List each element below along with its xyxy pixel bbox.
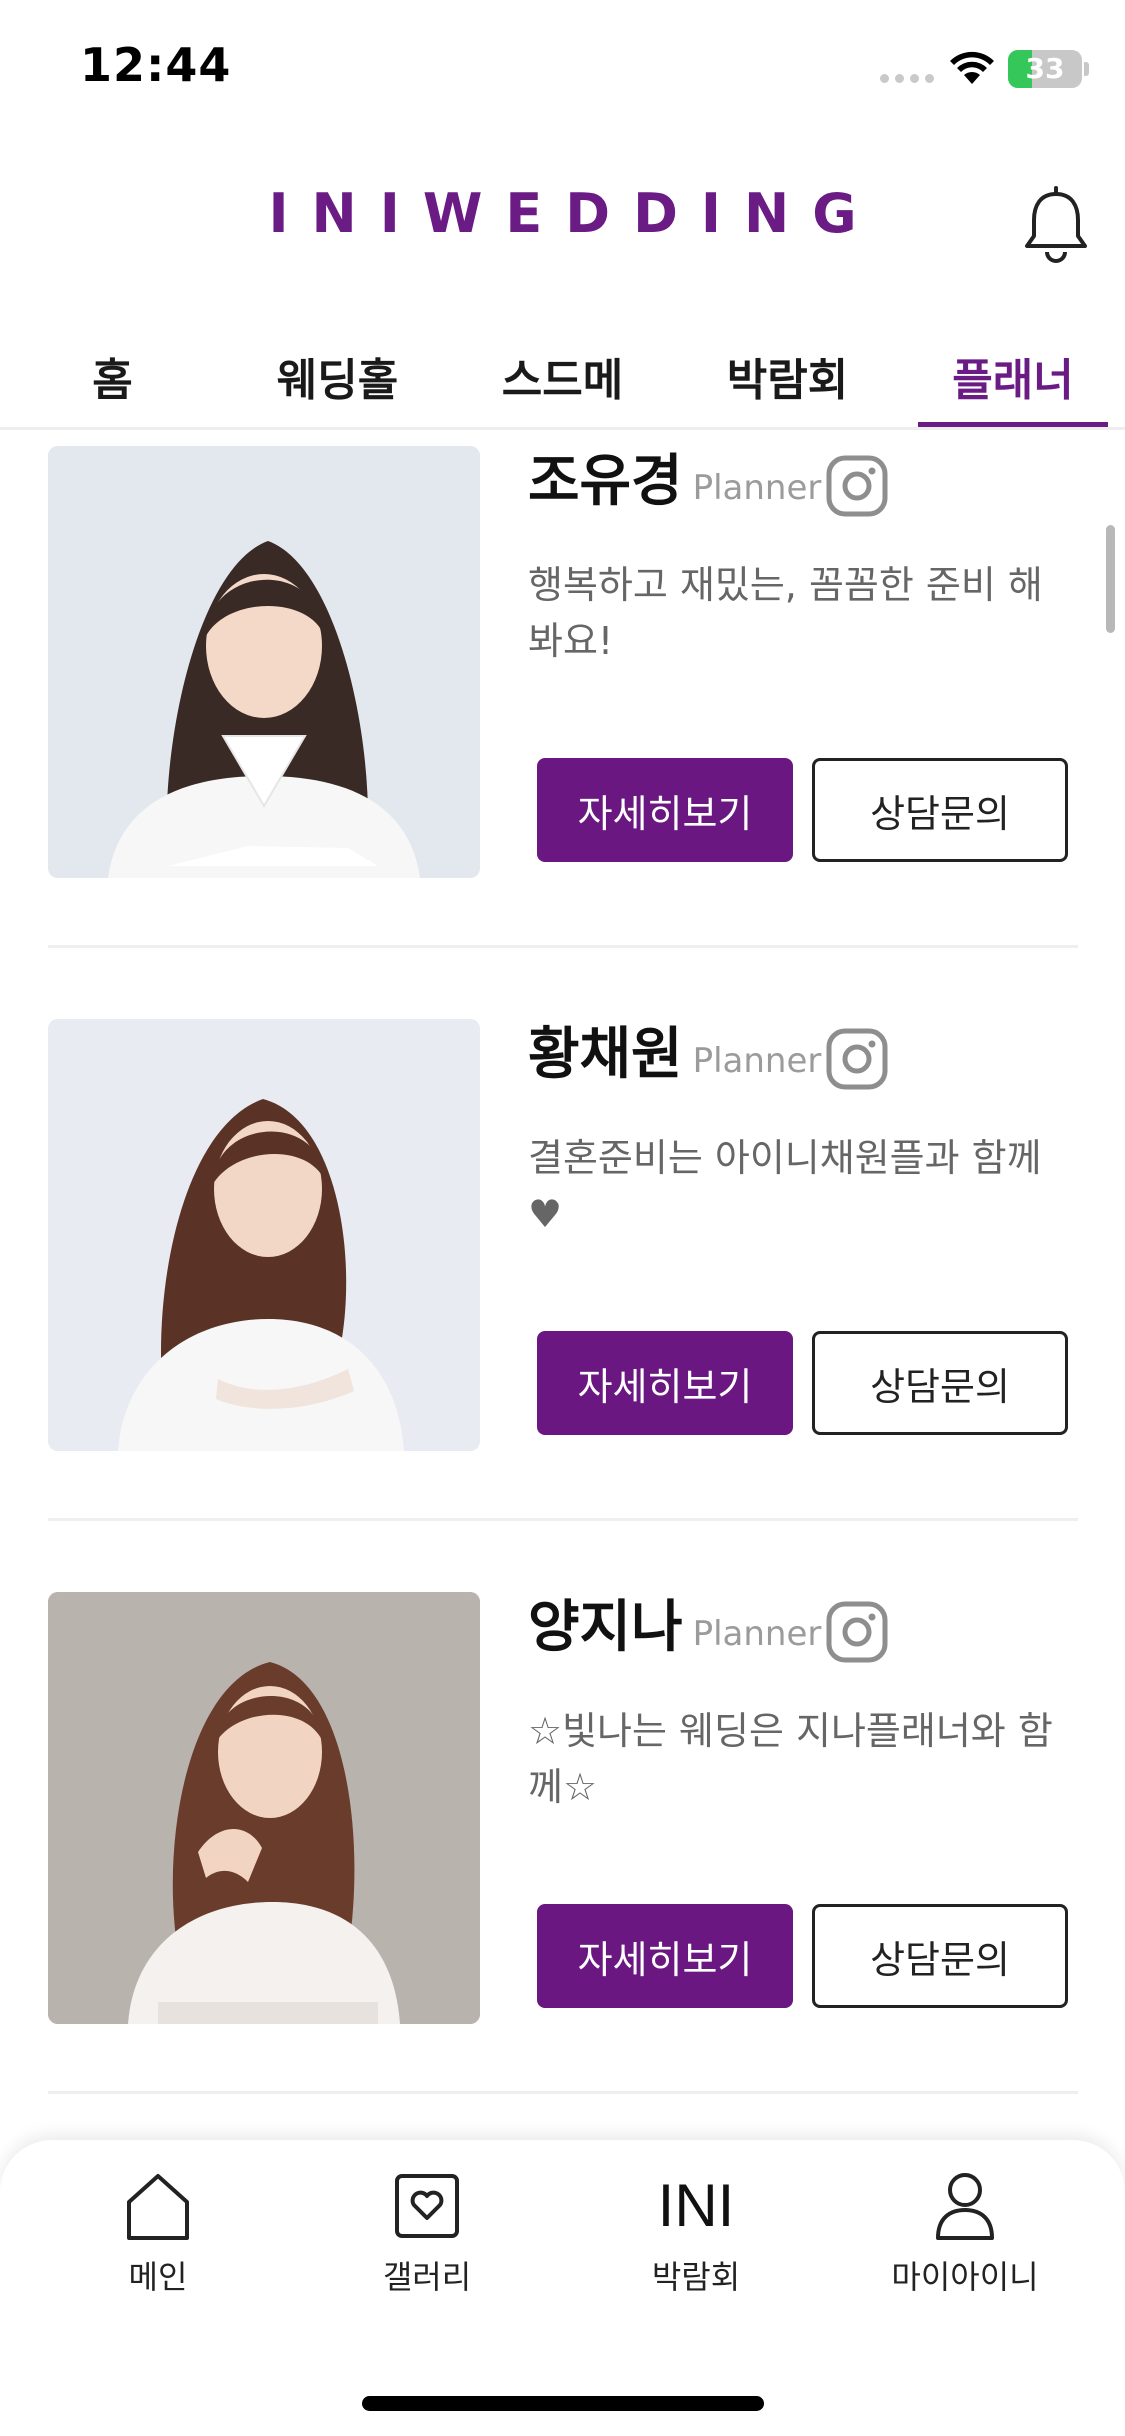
top-tab-bar: 홈 웨딩홀 스드메 박람회 플래너 bbox=[0, 330, 1125, 430]
planner-photo[interactable] bbox=[48, 446, 480, 878]
nav-label: 마이아이니 bbox=[891, 2258, 1039, 2296]
detail-button[interactable]: 자세히보기 bbox=[537, 758, 793, 862]
planner-name-row: 조유경 Planner bbox=[528, 446, 821, 518]
planner-name: 조유경 bbox=[528, 449, 683, 514]
instagram-icon[interactable] bbox=[826, 455, 888, 517]
tab-planner[interactable]: 플래너 bbox=[918, 344, 1108, 416]
brand-logo[interactable]: INIWEDDING bbox=[0, 182, 1125, 245]
bottom-nav: 메인 갤러리 INI 박람회 마이아이니 bbox=[0, 2140, 1125, 2436]
planner-name: 양지나 bbox=[528, 1595, 683, 1660]
nav-fair[interactable]: INI 박람회 bbox=[596, 2168, 796, 2318]
planner-description: 결혼준비는 아이니채원플과 함께♥ bbox=[528, 1136, 1042, 1236]
cellular-signal-icon bbox=[880, 74, 934, 83]
planner-card: 양지나 Planner ☆빛나는 웨딩은 지나플래너와 함께☆ 자세히보기 상담… bbox=[0, 1579, 1125, 2143]
nav-main[interactable]: 메인 bbox=[58, 2168, 258, 2318]
nav-label: 메인 bbox=[128, 2258, 188, 2296]
consult-button[interactable]: 상담문의 bbox=[812, 1331, 1068, 1435]
instagram-icon[interactable] bbox=[826, 1601, 888, 1663]
scrollbar-thumb[interactable] bbox=[1106, 525, 1115, 633]
planner-card: 황채원 Planner 결혼준비는 아이니채원플과 함께♥ 자세히보기 상담문의 bbox=[0, 1006, 1125, 1579]
battery-cap bbox=[1084, 62, 1089, 76]
planner-description: ☆빛나는 웨딩은 지나플래너와 함께☆ bbox=[528, 1709, 1053, 1809]
gallery-heart-icon bbox=[395, 2174, 459, 2238]
planner-photo[interactable] bbox=[48, 1019, 480, 1451]
planner-role: Planner bbox=[692, 1041, 822, 1081]
planner-card: 조유경 Planner 행복하고 재밌는, 꼼꼼한 준비 해봐요! 자세히보기 … bbox=[0, 433, 1125, 1006]
battery-icon: 33 bbox=[1008, 50, 1082, 88]
consult-button[interactable]: 상담문의 bbox=[812, 1904, 1068, 2008]
person-icon bbox=[936, 2173, 994, 2240]
planner-name-row: 양지나 Planner bbox=[528, 1592, 821, 1664]
planner-name-row: 황채원 Planner bbox=[528, 1019, 821, 1091]
card-divider bbox=[48, 945, 1078, 948]
detail-button[interactable]: 자세히보기 bbox=[537, 1904, 793, 2008]
planner-list[interactable]: 조유경 Planner 행복하고 재밌는, 꼼꼼한 준비 해봐요! 자세히보기 … bbox=[0, 433, 1125, 2143]
home-indicator[interactable] bbox=[362, 2396, 764, 2411]
app-screen: 12:44 33 INIWEDDING 홈 웨딩홀 스드메 박람회 플래너 조유… bbox=[0, 0, 1125, 2436]
card-divider bbox=[48, 2091, 1078, 2094]
nav-gallery[interactable]: 갤러리 bbox=[327, 2168, 527, 2318]
planner-name: 황채원 bbox=[528, 1022, 683, 1087]
ini-text-icon: INI bbox=[657, 2172, 735, 2239]
tab-fair[interactable]: 박람회 bbox=[695, 344, 880, 416]
consult-button[interactable]: 상담문의 bbox=[812, 758, 1068, 862]
tab-wedding-hall[interactable]: 웨딩홀 bbox=[245, 344, 430, 416]
status-bar: 12:44 33 bbox=[0, 0, 1125, 140]
nav-label: 박람회 bbox=[651, 2258, 741, 2296]
nav-my-ini[interactable]: 마이아이니 bbox=[865, 2168, 1065, 2318]
card-divider bbox=[48, 1518, 1078, 1521]
planner-description: 행복하고 재밌는, 꼼꼼한 준비 해봐요! bbox=[528, 563, 1043, 663]
tab-sdm[interactable]: 스드메 bbox=[470, 344, 655, 416]
nav-label: 갤러리 bbox=[382, 2258, 472, 2296]
detail-button[interactable]: 자세히보기 bbox=[537, 1331, 793, 1435]
bell-icon[interactable] bbox=[1018, 186, 1094, 266]
wifi-icon bbox=[950, 51, 994, 84]
status-time: 12:44 bbox=[80, 38, 232, 92]
tab-home[interactable]: 홈 bbox=[20, 344, 205, 416]
planner-photo[interactable] bbox=[48, 1592, 480, 2024]
instagram-icon[interactable] bbox=[826, 1028, 888, 1090]
home-icon bbox=[127, 2174, 189, 2240]
active-tab-indicator bbox=[918, 422, 1108, 427]
planner-role: Planner bbox=[692, 1614, 822, 1654]
battery-percent: 33 bbox=[1025, 52, 1065, 85]
planner-role: Planner bbox=[692, 468, 822, 508]
